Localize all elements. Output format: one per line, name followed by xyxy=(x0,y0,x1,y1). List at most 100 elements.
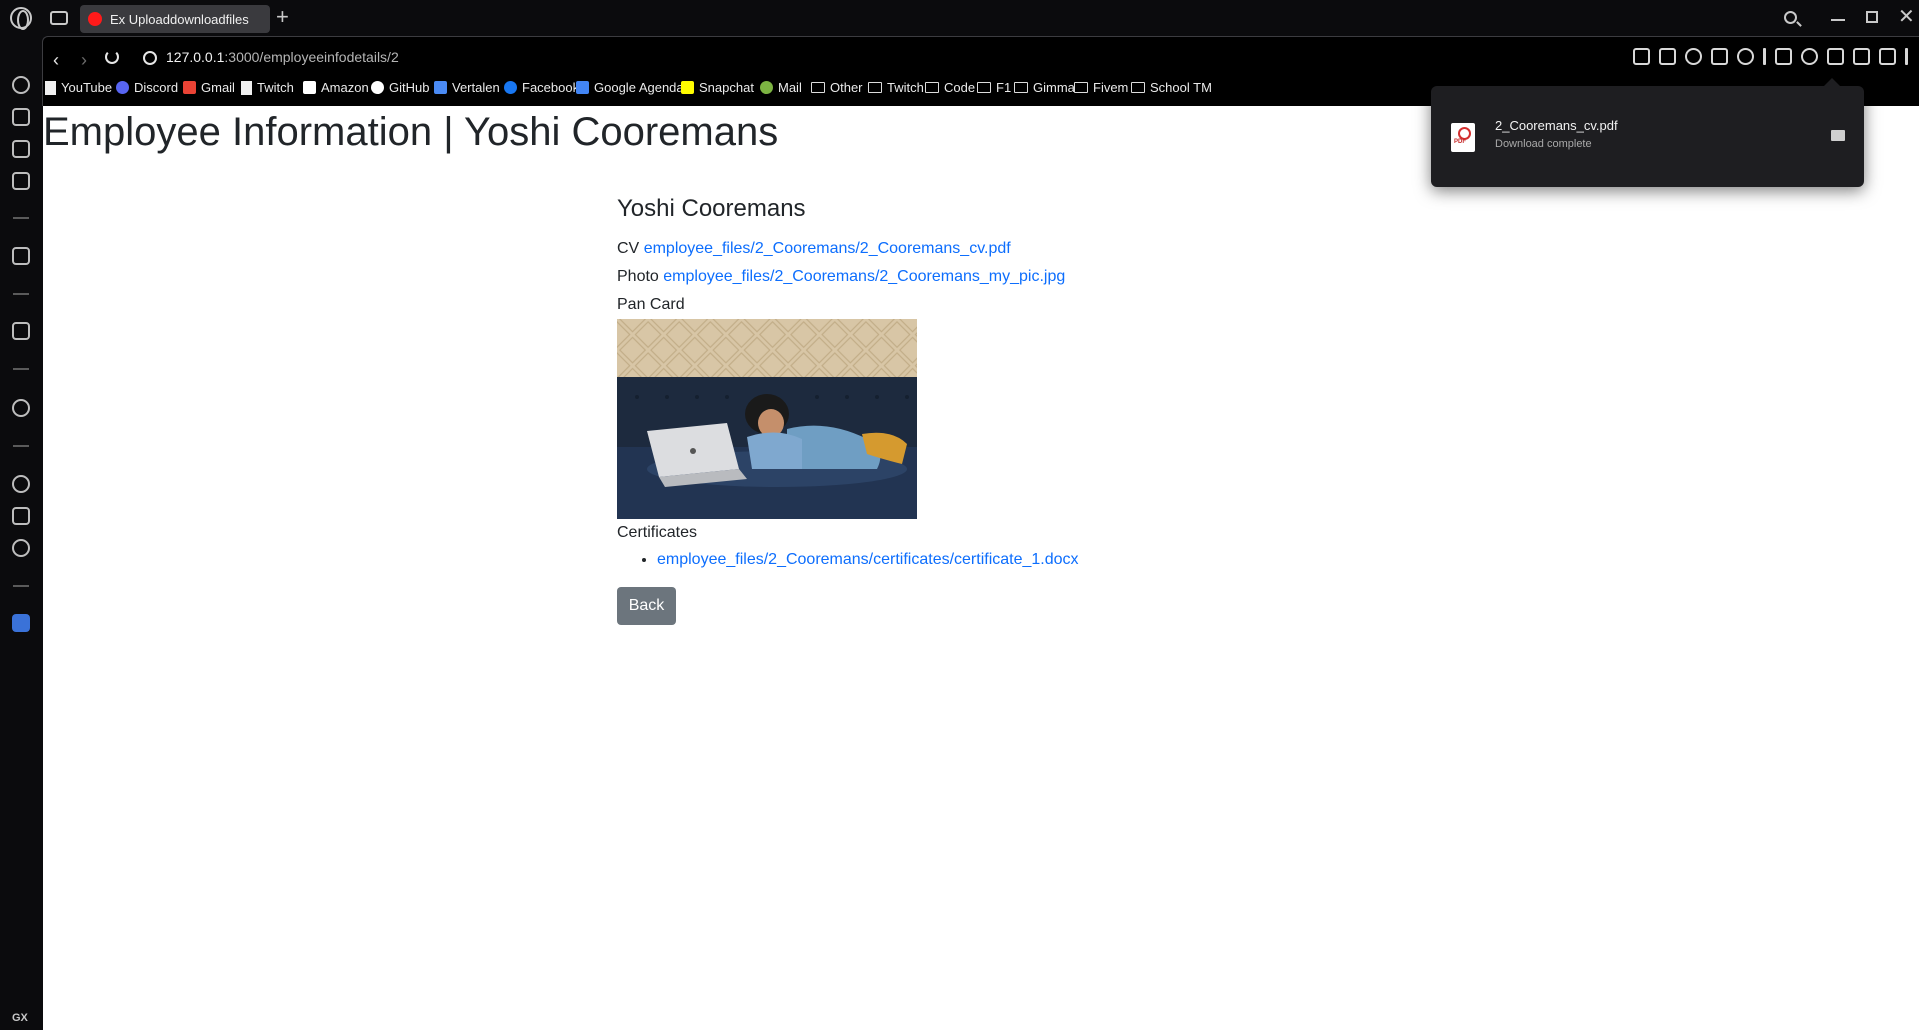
bookmark-label: Snapchat xyxy=(699,80,754,95)
tab-favicon-icon xyxy=(88,12,102,26)
bookmark-fivem[interactable]: Fivem xyxy=(1074,80,1128,95)
sidebar: GX … xyxy=(0,36,42,1030)
folder-icon xyxy=(977,82,991,93)
bookmark-twitch[interactable]: Twitch xyxy=(241,80,294,95)
camera-icon[interactable] xyxy=(1659,48,1676,65)
bookmark-amazon[interactable]: Amazon xyxy=(303,80,369,95)
bookmark-label: Google Agenda xyxy=(594,80,684,95)
shield-icon[interactable] xyxy=(1685,48,1702,65)
battery-icon[interactable] xyxy=(1853,48,1870,65)
gx-label[interactable]: GX xyxy=(12,1012,28,1024)
amazon-icon xyxy=(303,81,316,94)
pan-card-label: Pan Card xyxy=(617,296,685,313)
address-bar[interactable]: 127.0.0.1:3000/employeeinfodetails/2 xyxy=(166,49,399,65)
certificate-link[interactable]: employee_files/2_Cooremans/certificates/… xyxy=(657,551,1079,568)
pan-card-image xyxy=(617,319,917,519)
gx-control-icon[interactable] xyxy=(12,108,30,126)
sidebar-divider xyxy=(13,293,29,295)
list-item: employee_files/2_Cooremans/certificates/… xyxy=(657,547,1317,573)
bookmark-discord[interactable]: Discord xyxy=(116,80,178,95)
gx-cleaner-icon[interactable] xyxy=(12,140,30,158)
open-folder-icon[interactable] xyxy=(1831,130,1845,141)
bookmark-label: Gmail xyxy=(201,80,235,95)
tab-manager-icon[interactable] xyxy=(50,11,68,25)
player-icon[interactable] xyxy=(12,399,30,417)
forward-arrow-icon[interactable]: › xyxy=(81,50,87,71)
aria-icon[interactable] xyxy=(12,247,30,265)
heart-icon[interactable] xyxy=(1737,48,1754,65)
send-icon[interactable] xyxy=(1711,48,1728,65)
bookmark-youtube[interactable]: YouTube xyxy=(45,80,112,95)
bookmark-label: Code xyxy=(944,80,976,95)
sidebar-divider xyxy=(13,368,29,370)
bookmark-label: Vertalen xyxy=(452,80,500,95)
bookmark-other[interactable]: Other xyxy=(811,80,863,95)
employee-card: Yoshi Cooremans CV employee_files/2_Coor… xyxy=(617,194,1317,625)
url-path: :3000/employeeinfodetails/2 xyxy=(224,49,399,65)
bookmark-gimma[interactable]: Gimma xyxy=(1014,80,1075,95)
page-icon xyxy=(241,80,252,95)
bookmark-label: Amazon xyxy=(321,80,369,95)
minimize-button[interactable] xyxy=(1831,19,1845,21)
edit-icon[interactable] xyxy=(1633,48,1650,65)
bookmark-label: School TM xyxy=(1150,80,1212,95)
tab-ex-uploaddownloadfiles[interactable]: Ex Uploaddownloadfiles xyxy=(80,5,270,33)
search-tabs-icon[interactable] xyxy=(1784,11,1797,24)
facebook-icon xyxy=(504,81,517,94)
tab-title: Ex Uploaddownloadfiles xyxy=(110,12,249,27)
gx-corner-icon[interactable] xyxy=(12,172,30,190)
cv-label: CV xyxy=(617,240,640,257)
back-arrow-icon[interactable]: ‹ xyxy=(53,50,59,71)
reload-icon[interactable] xyxy=(105,50,119,64)
close-window-button[interactable]: ✕ xyxy=(1898,4,1915,29)
opera-gx-logo-icon[interactable] xyxy=(10,7,32,30)
github-icon xyxy=(371,81,384,94)
download-popup: 2_Cooremans_cv.pdf Download complete xyxy=(1431,78,1864,187)
cube-icon[interactable] xyxy=(1775,48,1792,65)
history-icon[interactable] xyxy=(12,475,30,493)
download-icon[interactable] xyxy=(1827,48,1844,65)
profile-icon[interactable] xyxy=(1801,48,1818,65)
maximize-button[interactable] xyxy=(1866,11,1878,23)
folder-icon xyxy=(1074,82,1088,93)
certificates-label: Certificates xyxy=(617,524,698,541)
discord-icon xyxy=(116,81,129,94)
twitch-icon[interactable] xyxy=(12,322,30,340)
bookmark-vertalen[interactable]: Vertalen xyxy=(434,80,500,95)
cv-field: CV employee_files/2_Cooremans/2_Cooreman… xyxy=(617,235,1317,263)
globe-icon[interactable] xyxy=(143,51,157,65)
bookmark-facebook[interactable]: Facebook xyxy=(504,80,579,95)
back-button[interactable]: Back xyxy=(617,587,676,625)
bookmark-gmail[interactable]: Gmail xyxy=(183,80,235,95)
download-file-name[interactable]: 2_Cooremans_cv.pdf xyxy=(1495,118,1618,133)
bookmark-twitch[interactable]: Twitch xyxy=(868,80,924,95)
bookmark-f1[interactable]: F1 xyxy=(977,80,1011,95)
menu-icon[interactable] xyxy=(1879,48,1896,65)
settings-icon[interactable] xyxy=(12,539,30,557)
employee-name: Yoshi Cooremans xyxy=(617,195,806,222)
translate-icon xyxy=(434,81,447,94)
cv-link[interactable]: employee_files/2_Cooremans/2_Cooremans_c… xyxy=(644,240,1011,257)
calendar-icon xyxy=(576,81,589,94)
toolbar-divider xyxy=(1763,48,1766,65)
url-host: 127.0.0.1 xyxy=(166,49,225,65)
mail-icon xyxy=(760,81,773,94)
bookmark-label: Fivem xyxy=(1093,80,1129,95)
bookmark-code[interactable]: Code xyxy=(925,80,975,95)
gmail-icon xyxy=(183,81,196,94)
bookmark-label: Discord xyxy=(134,80,179,95)
bookmark-label: Other xyxy=(830,80,863,95)
bitwarden-icon[interactable] xyxy=(12,614,30,632)
bookmark-google-agenda[interactable]: Google Agenda xyxy=(576,80,684,95)
extensions-icon[interactable] xyxy=(12,507,30,525)
bookmark-mail[interactable]: Mail xyxy=(760,80,802,95)
bookmark-github[interactable]: GitHub xyxy=(371,80,429,95)
folder-icon xyxy=(1014,82,1028,93)
speed-dial-icon[interactable] xyxy=(12,76,30,94)
new-tab-button[interactable]: + xyxy=(276,5,289,29)
bookmark-school-tm[interactable]: School TM xyxy=(1131,80,1212,95)
pdf-file-icon xyxy=(1451,123,1475,152)
folder-icon xyxy=(1131,82,1145,93)
bookmark-snapchat[interactable]: Snapchat xyxy=(681,80,754,95)
photo-link[interactable]: employee_files/2_Cooremans/2_Cooremans_m… xyxy=(663,268,1065,285)
